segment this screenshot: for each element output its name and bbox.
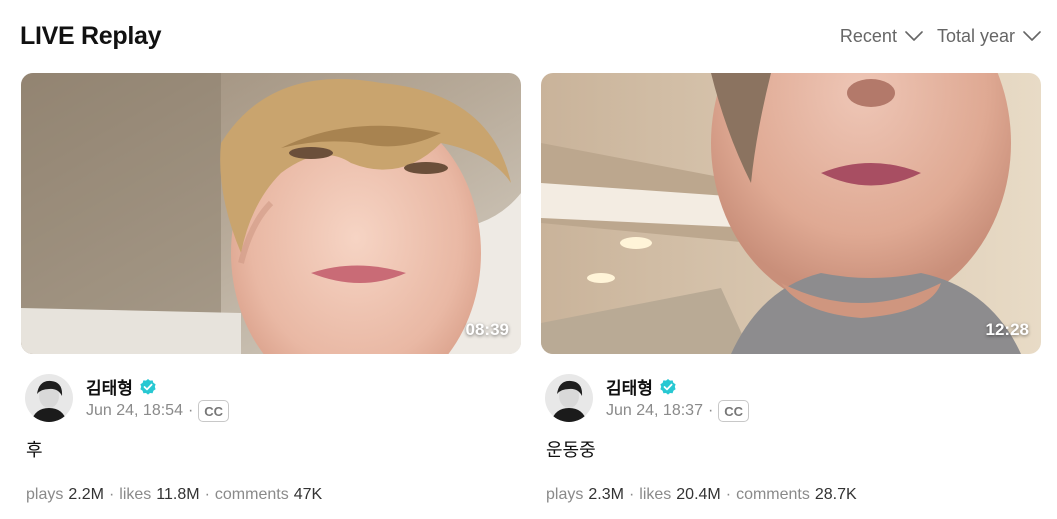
- separator-dot: ·: [707, 402, 714, 419]
- separator-dot: ·: [204, 486, 210, 503]
- likes-label: likes: [639, 486, 672, 503]
- comments-label: comments: [214, 486, 289, 503]
- plays-count: 2.3M: [588, 486, 624, 503]
- author-name[interactable]: 김태형: [86, 374, 133, 399]
- author-line: 김태형: [606, 374, 677, 399]
- separator-dot: ·: [725, 486, 732, 503]
- plays-count: 2.2M: [68, 486, 104, 503]
- author-line: 김태형: [86, 374, 157, 399]
- thumbnail-image: [541, 73, 1041, 354]
- filter-bar: Recent Total year: [840, 26, 1041, 47]
- comments-count: 28.7K: [814, 486, 857, 503]
- section-header: LIVE Replay Recent Total year: [20, 18, 1041, 54]
- separator-dot: ·: [108, 486, 115, 503]
- verified-badge-icon: [140, 378, 156, 395]
- chevron-down-icon: [905, 31, 923, 41]
- post-title[interactable]: 운동중: [546, 436, 1041, 462]
- author-meta: 김태형 Jun 24, 18:54 · CC: [21, 374, 521, 422]
- separator-dot: ·: [187, 402, 194, 419]
- thumbnail-image: [21, 73, 521, 354]
- author-name[interactable]: 김태형: [606, 374, 653, 399]
- video-duration: 12:28: [985, 320, 1029, 339]
- avatar-image: [545, 374, 593, 422]
- sort-filter-label: Recent: [839, 25, 897, 46]
- video-thumbnail[interactable]: 08:39: [21, 73, 521, 354]
- sort-filter-dropdown[interactable]: Recent: [840, 26, 923, 47]
- date-line: Jun 24, 18:54 · CC: [86, 400, 230, 422]
- author-meta: 김태형 Jun 24, 18:37 · CC: [541, 374, 1041, 422]
- plays-label: plays: [26, 486, 64, 503]
- date-line: Jun 24, 18:37 · CC: [606, 400, 750, 422]
- comments-count: 47K: [293, 486, 323, 503]
- post-title[interactable]: 후: [26, 436, 521, 462]
- period-filter-dropdown[interactable]: Total year: [937, 26, 1041, 47]
- replay-card[interactable]: 12:28 김태형 Jun 24, 18:37 · CC 운동중 plays 2…: [541, 73, 1041, 504]
- likes-count: 20.4M: [676, 486, 721, 503]
- video-duration: 08:39: [465, 320, 509, 339]
- post-stats: plays 2.2M · likes 11.8M · comments 47K: [26, 486, 521, 504]
- live-replay-page: LIVE Replay Recent Total year 08:39 김태형 …: [0, 0, 1057, 519]
- avatar-image: [25, 374, 73, 422]
- section-title: LIVE Replay: [20, 21, 162, 50]
- avatar[interactable]: [25, 374, 73, 422]
- separator-dot: ·: [628, 486, 635, 503]
- post-date: Jun 24, 18:54: [86, 402, 183, 419]
- video-thumbnail[interactable]: 12:28: [541, 73, 1041, 354]
- likes-count: 11.8M: [156, 486, 200, 503]
- cc-badge: CC: [718, 400, 750, 422]
- likes-label: likes: [119, 486, 152, 503]
- avatar[interactable]: [545, 374, 593, 422]
- post-stats: plays 2.3M · likes 20.4M · comments 28.7…: [546, 486, 1041, 504]
- verified-badge-icon: [660, 378, 676, 395]
- replay-card[interactable]: 08:39 김태형 Jun 24, 18:54 · CC 후 plays 2.2…: [21, 73, 521, 504]
- plays-label: plays: [546, 486, 584, 503]
- post-date: Jun 24, 18:37: [606, 402, 703, 419]
- period-filter-label: Total year: [936, 25, 1015, 46]
- chevron-down-icon: [1023, 31, 1041, 41]
- comments-label: comments: [736, 486, 810, 503]
- cc-badge: CC: [198, 400, 230, 422]
